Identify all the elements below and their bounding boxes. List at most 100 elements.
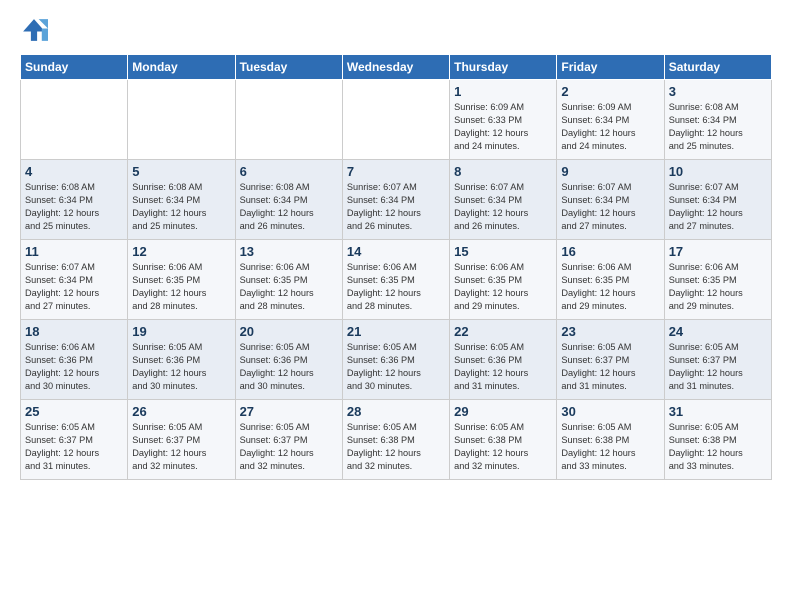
day-cell: 20 Sunrise: 6:05 AMSunset: 6:36 PMDayligh… bbox=[235, 320, 342, 400]
day-info: Sunrise: 6:09 AMSunset: 6:33 PMDaylight:… bbox=[454, 101, 552, 153]
day-number: 20 bbox=[240, 324, 338, 339]
day-info: Sunrise: 6:08 AMSunset: 6:34 PMDaylight:… bbox=[132, 181, 230, 233]
day-number: 9 bbox=[561, 164, 659, 179]
day-cell: 19Sunrise: 6:05 AMSunset: 6:36 PMDayligh… bbox=[128, 320, 235, 400]
week-row-4: 18 Sunrise: 6:06 AMSunset: 6:36 PMDayligh… bbox=[21, 320, 772, 400]
day-number: 24 bbox=[669, 324, 767, 339]
day-cell: 1 Sunrise: 6:09 AMSunset: 6:33 PMDaylight… bbox=[450, 80, 557, 160]
day-cell: 2Sunrise: 6:09 AMSunset: 6:34 PMDaylight… bbox=[557, 80, 664, 160]
week-row-2: 4 Sunrise: 6:08 AMSunset: 6:34 PMDaylight… bbox=[21, 160, 772, 240]
day-info: Sunrise: 6:08 AMSunset: 6:34 PMDaylight:… bbox=[240, 181, 338, 233]
page: SundayMondayTuesdayWednesdayThursdayFrid… bbox=[0, 0, 792, 496]
day-info: Sunrise: 6:05 AMSunset: 6:37 PMDaylight:… bbox=[240, 421, 338, 473]
day-info: Sunrise: 6:07 AMSunset: 6:34 PMDaylight:… bbox=[669, 181, 767, 233]
day-cell: 13Sunrise: 6:06 AMSunset: 6:35 PMDayligh… bbox=[235, 240, 342, 320]
day-number: 23 bbox=[561, 324, 659, 339]
day-info: Sunrise: 6:06 AMSunset: 6:35 PMDaylight:… bbox=[561, 261, 659, 313]
day-number: 1 bbox=[454, 84, 552, 99]
day-cell: 5 Sunrise: 6:08 AMSunset: 6:34 PMDaylight… bbox=[128, 160, 235, 240]
day-cell: 28 Sunrise: 6:05 AMSunset: 6:38 PMDayligh… bbox=[342, 400, 449, 480]
col-header-tuesday: Tuesday bbox=[235, 55, 342, 80]
day-number: 18 bbox=[25, 324, 123, 339]
day-number: 4 bbox=[25, 164, 123, 179]
day-number: 2 bbox=[561, 84, 659, 99]
day-info: Sunrise: 6:07 AMSunset: 6:34 PMDaylight:… bbox=[454, 181, 552, 233]
day-info: Sunrise: 6:05 AMSunset: 6:36 PMDaylight:… bbox=[454, 341, 552, 393]
day-info: Sunrise: 6:05 AMSunset: 6:36 PMDaylight:… bbox=[132, 341, 230, 393]
day-number: 29 bbox=[454, 404, 552, 419]
day-info: Sunrise: 6:06 AMSunset: 6:35 PMDaylight:… bbox=[132, 261, 230, 313]
day-cell: 15 Sunrise: 6:06 AMSunset: 6:35 PMDayligh… bbox=[450, 240, 557, 320]
week-row-5: 25Sunrise: 6:05 AMSunset: 6:37 PMDayligh… bbox=[21, 400, 772, 480]
logo bbox=[20, 16, 50, 44]
day-number: 22 bbox=[454, 324, 552, 339]
day-cell: 24 Sunrise: 6:05 AMSunset: 6:37 PMDayligh… bbox=[664, 320, 771, 400]
col-header-wednesday: Wednesday bbox=[342, 55, 449, 80]
day-cell: 18 Sunrise: 6:06 AMSunset: 6:36 PMDayligh… bbox=[21, 320, 128, 400]
day-number: 28 bbox=[347, 404, 445, 419]
day-cell: 17 Sunrise: 6:06 AMSunset: 6:35 PMDayligh… bbox=[664, 240, 771, 320]
day-cell bbox=[128, 80, 235, 160]
day-cell: 27 Sunrise: 6:05 AMSunset: 6:37 PMDayligh… bbox=[235, 400, 342, 480]
day-number: 13 bbox=[240, 244, 338, 259]
calendar-table: SundayMondayTuesdayWednesdayThursdayFrid… bbox=[20, 54, 772, 480]
day-info: Sunrise: 6:05 AMSunset: 6:38 PMDaylight:… bbox=[454, 421, 552, 473]
day-info: Sunrise: 6:06 AMSunset: 6:35 PMDaylight:… bbox=[347, 261, 445, 313]
col-header-monday: Monday bbox=[128, 55, 235, 80]
day-info: Sunrise: 6:06 AMSunset: 6:35 PMDaylight:… bbox=[454, 261, 552, 313]
day-number: 27 bbox=[240, 404, 338, 419]
day-number: 14 bbox=[347, 244, 445, 259]
day-number: 8 bbox=[454, 164, 552, 179]
header bbox=[20, 16, 772, 44]
day-number: 7 bbox=[347, 164, 445, 179]
day-cell bbox=[235, 80, 342, 160]
day-cell: 7 Sunrise: 6:07 AMSunset: 6:34 PMDaylight… bbox=[342, 160, 449, 240]
day-number: 16 bbox=[561, 244, 659, 259]
col-header-friday: Friday bbox=[557, 55, 664, 80]
day-number: 6 bbox=[240, 164, 338, 179]
day-cell bbox=[342, 80, 449, 160]
day-number: 30 bbox=[561, 404, 659, 419]
day-cell: 22 Sunrise: 6:05 AMSunset: 6:36 PMDayligh… bbox=[450, 320, 557, 400]
day-number: 3 bbox=[669, 84, 767, 99]
day-number: 15 bbox=[454, 244, 552, 259]
calendar-header-row: SundayMondayTuesdayWednesdayThursdayFrid… bbox=[21, 55, 772, 80]
day-info: Sunrise: 6:07 AMSunset: 6:34 PMDaylight:… bbox=[25, 261, 123, 313]
day-cell: 21 Sunrise: 6:05 AMSunset: 6:36 PMDayligh… bbox=[342, 320, 449, 400]
day-cell: 29 Sunrise: 6:05 AMSunset: 6:38 PMDayligh… bbox=[450, 400, 557, 480]
day-info: Sunrise: 6:06 AMSunset: 6:36 PMDaylight:… bbox=[25, 341, 123, 393]
day-info: Sunrise: 6:08 AMSunset: 6:34 PMDaylight:… bbox=[25, 181, 123, 233]
day-number: 26 bbox=[132, 404, 230, 419]
day-info: Sunrise: 6:07 AMSunset: 6:34 PMDaylight:… bbox=[347, 181, 445, 233]
day-info: Sunrise: 6:05 AMSunset: 6:36 PMDaylight:… bbox=[347, 341, 445, 393]
day-cell: 12Sunrise: 6:06 AMSunset: 6:35 PMDayligh… bbox=[128, 240, 235, 320]
col-header-sunday: Sunday bbox=[21, 55, 128, 80]
day-info: Sunrise: 6:07 AMSunset: 6:34 PMDaylight:… bbox=[561, 181, 659, 233]
day-cell bbox=[21, 80, 128, 160]
day-number: 17 bbox=[669, 244, 767, 259]
day-cell: 25Sunrise: 6:05 AMSunset: 6:37 PMDayligh… bbox=[21, 400, 128, 480]
day-info: Sunrise: 6:05 AMSunset: 6:36 PMDaylight:… bbox=[240, 341, 338, 393]
col-header-saturday: Saturday bbox=[664, 55, 771, 80]
day-cell: 9 Sunrise: 6:07 AMSunset: 6:34 PMDaylight… bbox=[557, 160, 664, 240]
day-info: Sunrise: 6:05 AMSunset: 6:38 PMDaylight:… bbox=[669, 421, 767, 473]
day-number: 11 bbox=[25, 244, 123, 259]
day-cell: 11 Sunrise: 6:07 AMSunset: 6:34 PMDayligh… bbox=[21, 240, 128, 320]
day-info: Sunrise: 6:05 AMSunset: 6:38 PMDaylight:… bbox=[561, 421, 659, 473]
day-info: Sunrise: 6:05 AMSunset: 6:37 PMDaylight:… bbox=[25, 421, 123, 473]
day-number: 21 bbox=[347, 324, 445, 339]
day-info: Sunrise: 6:05 AMSunset: 6:37 PMDaylight:… bbox=[669, 341, 767, 393]
day-cell: 23Sunrise: 6:05 AMSunset: 6:37 PMDayligh… bbox=[557, 320, 664, 400]
day-cell: 4 Sunrise: 6:08 AMSunset: 6:34 PMDaylight… bbox=[21, 160, 128, 240]
day-cell: 14 Sunrise: 6:06 AMSunset: 6:35 PMDayligh… bbox=[342, 240, 449, 320]
day-info: Sunrise: 6:06 AMSunset: 6:35 PMDaylight:… bbox=[669, 261, 767, 313]
week-row-3: 11 Sunrise: 6:07 AMSunset: 6:34 PMDayligh… bbox=[21, 240, 772, 320]
day-number: 5 bbox=[132, 164, 230, 179]
day-info: Sunrise: 6:05 AMSunset: 6:38 PMDaylight:… bbox=[347, 421, 445, 473]
day-cell: 31 Sunrise: 6:05 AMSunset: 6:38 PMDayligh… bbox=[664, 400, 771, 480]
day-cell: 6 Sunrise: 6:08 AMSunset: 6:34 PMDaylight… bbox=[235, 160, 342, 240]
day-cell: 3Sunrise: 6:08 AMSunset: 6:34 PMDaylight… bbox=[664, 80, 771, 160]
day-number: 31 bbox=[669, 404, 767, 419]
col-header-thursday: Thursday bbox=[450, 55, 557, 80]
day-cell: 16 Sunrise: 6:06 AMSunset: 6:35 PMDayligh… bbox=[557, 240, 664, 320]
